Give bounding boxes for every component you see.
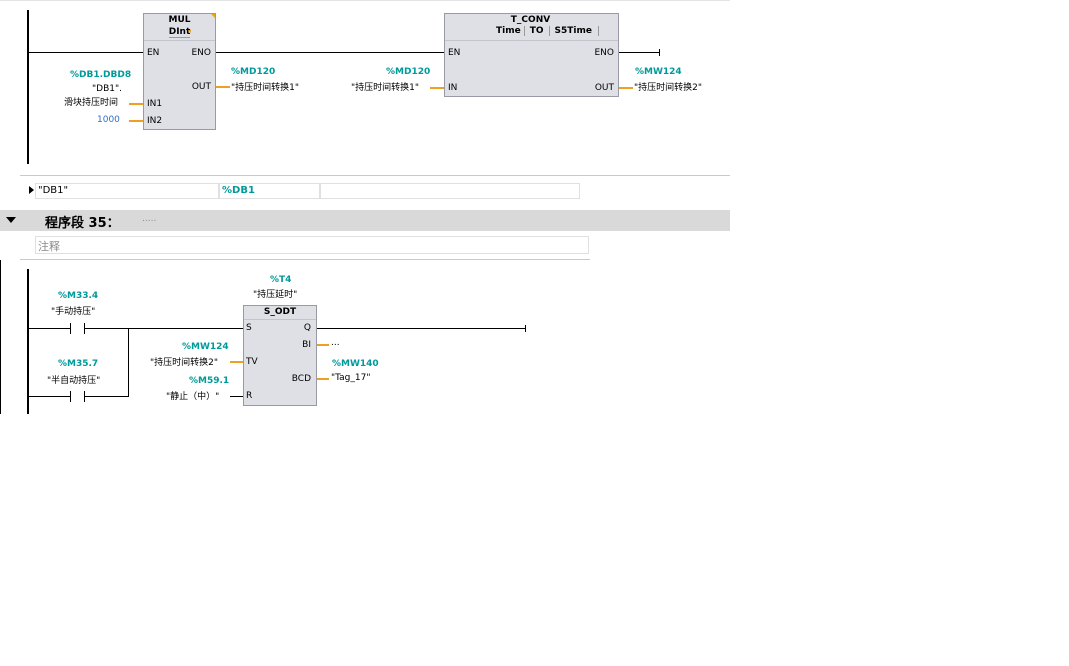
tconv-out-address[interactable]: %MW124 — [635, 67, 682, 77]
wire — [29, 52, 143, 53]
db-table-address[interactable]: %DB1 — [222, 185, 255, 196]
mul-pin-out: OUT — [191, 82, 211, 92]
timer-tv-symbol[interactable]: "持压时间转换2" — [150, 355, 218, 368]
timer-tv-connector — [230, 361, 243, 363]
timer-r-symbol[interactable]: "静止（中）" — [166, 389, 219, 402]
mul-box[interactable]: MUL DInt EN ENO OUT IN1 IN2 — [143, 13, 216, 130]
network-separator — [20, 175, 730, 176]
tconv-in-connector — [430, 87, 444, 89]
contact2-address[interactable]: %M35.7 — [58, 359, 98, 369]
tconv-type-row: Time TO S5Time — [493, 26, 599, 36]
tconv-to-type[interactable]: S5Time — [550, 26, 599, 36]
tconv-pin-in: IN — [448, 83, 458, 93]
wire-end — [525, 325, 526, 332]
timer-pin-s: S — [246, 323, 252, 333]
db-table-name-cell: "DB1" — [35, 183, 219, 199]
db-table-name[interactable]: "DB1" — [38, 185, 68, 196]
tconv-pin-out: OUT — [594, 83, 614, 93]
comment-field[interactable]: 注释 — [35, 236, 589, 254]
mul-title: MUL — [168, 15, 191, 25]
timer-pin-r: R — [246, 391, 253, 401]
dropdown-marker-icon — [188, 30, 191, 33]
mul-in1-symbol-line1[interactable]: "DB1". — [92, 84, 122, 94]
contact1-symbol[interactable]: "手动持压" — [51, 304, 95, 317]
contact2-left[interactable] — [70, 391, 71, 402]
timer-bcd-address[interactable]: %MW140 — [332, 359, 379, 369]
tconv-from-type[interactable]: Time — [493, 26, 525, 36]
mul-in2-value[interactable]: 1000 — [97, 115, 120, 125]
s-odt-title: S_ODT — [263, 307, 297, 317]
db-table-address-cell: %DB1 — [219, 183, 320, 199]
tconv-box[interactable]: T_CONV Time TO S5Time EN ENO IN OUT — [444, 13, 619, 97]
left-power-rail — [27, 269, 29, 414]
mul-in1-address[interactable]: %DB1.DBD8 — [70, 70, 131, 80]
wire — [128, 328, 129, 397]
mul-out-symbol[interactable]: "持压时间转换1" — [231, 80, 299, 93]
wire — [29, 396, 70, 397]
box-separator — [144, 40, 215, 41]
mul-out-address[interactable]: %MD120 — [231, 67, 275, 77]
comment-placeholder: 注释 — [38, 240, 60, 253]
timer-tv-address[interactable]: %MW124 — [182, 342, 229, 352]
timer-pin-q: Q — [303, 323, 311, 333]
mul-in2-connector — [129, 120, 143, 122]
network-title-field[interactable]: ..... — [142, 214, 156, 224]
timer-bcd-connector — [317, 378, 329, 380]
tconv-title: T_CONV — [510, 15, 551, 25]
mul-out-connector — [216, 86, 230, 88]
corner-marker-icon — [211, 14, 215, 18]
timer-symbol[interactable]: "持压延时" — [253, 287, 297, 300]
top-border — [0, 0, 730, 1]
mul-in1-symbol-line2[interactable]: 滑块持压时间 — [64, 95, 118, 108]
timer-pin-tv: TV — [246, 357, 258, 367]
contact1-left[interactable] — [70, 323, 71, 334]
network-label: 程序段 35： — [45, 216, 120, 231]
mul-in1-connector — [129, 103, 143, 105]
wire — [85, 396, 128, 397]
comment-separator — [20, 259, 590, 260]
wire-end — [659, 49, 660, 56]
tconv-pin-en: EN — [448, 48, 461, 58]
timer-r-address[interactable]: %M59.1 — [189, 376, 229, 386]
tconv-out-connector — [619, 87, 633, 89]
timer-r-connector — [230, 396, 243, 397]
wire — [619, 52, 659, 53]
timer-bi-value[interactable]: ... — [331, 338, 340, 348]
wire — [216, 52, 444, 53]
tconv-pin-eno: ENO — [594, 48, 614, 58]
wire — [29, 328, 70, 329]
mul-pin-in2: IN2 — [147, 116, 163, 126]
network-35-header[interactable]: 程序段 35： ..... — [0, 210, 730, 231]
mul-pin-eno: ENO — [191, 48, 211, 58]
mul-type-dropdown[interactable]: DInt — [144, 27, 215, 38]
collapse-arrow-icon[interactable] — [6, 217, 16, 223]
wire — [317, 328, 525, 329]
tconv-in-symbol[interactable]: "持压时间转换1" — [351, 80, 419, 93]
mul-pin-en: EN — [147, 48, 160, 58]
editor-left-edge — [0, 260, 1, 414]
tconv-to-label: TO — [525, 26, 550, 36]
timer-pin-bcd: BCD — [291, 374, 311, 384]
timer-pin-bi: BI — [302, 340, 311, 350]
expand-arrow-icon[interactable] — [29, 186, 34, 194]
tconv-out-symbol[interactable]: "持压时间转换2" — [634, 80, 702, 93]
contact2-symbol[interactable]: "半自动持压" — [47, 373, 100, 386]
s-odt-box[interactable]: S_ODT S Q BI TV BCD R — [243, 305, 317, 406]
timer-bcd-symbol[interactable]: "Tag_17" — [331, 373, 370, 383]
mul-pin-in1: IN1 — [147, 99, 163, 109]
wire — [85, 328, 243, 329]
tconv-in-address[interactable]: %MD120 — [386, 67, 430, 77]
timer-address[interactable]: %T4 — [270, 275, 291, 285]
db-table-comment-cell — [320, 183, 580, 199]
box-separator — [244, 319, 316, 320]
box-separator — [445, 40, 618, 41]
timer-bi-connector — [317, 344, 329, 346]
left-power-rail — [27, 10, 29, 164]
contact1-address[interactable]: %M33.4 — [58, 291, 98, 301]
